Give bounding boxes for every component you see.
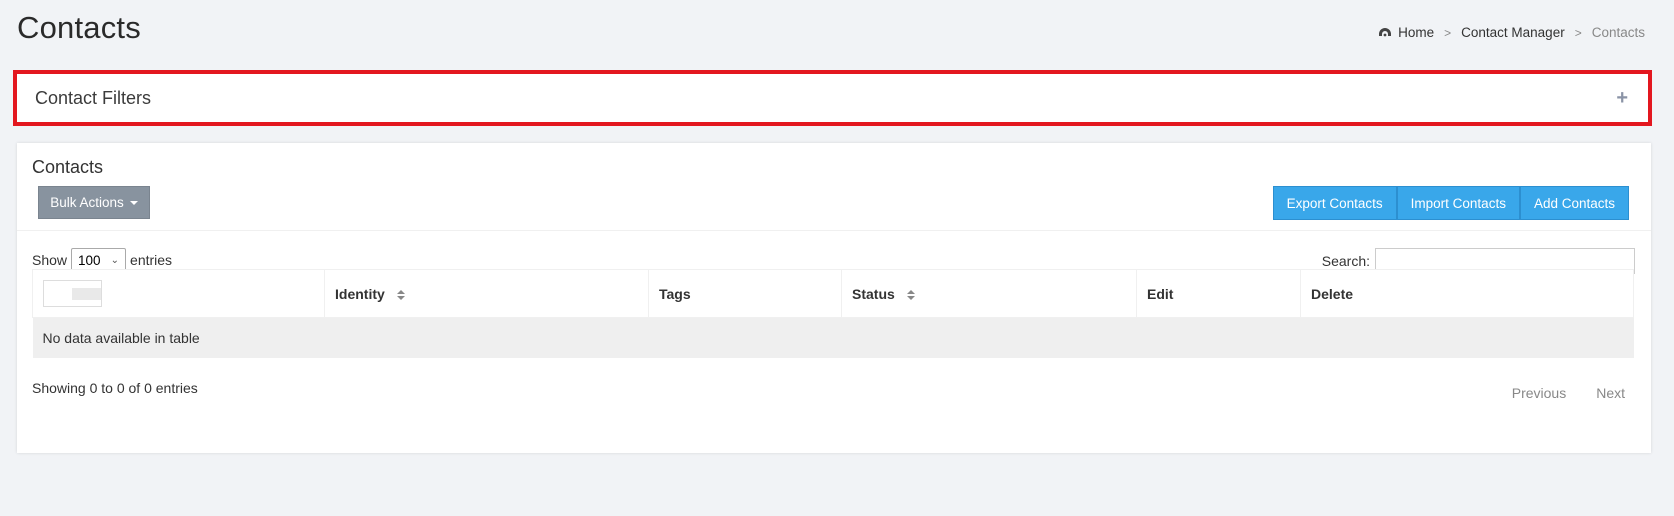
pagination: Previous Next: [1512, 385, 1625, 401]
plus-icon[interactable]: +: [1616, 88, 1628, 108]
breadcrumb: Home > Contact Manager > Contacts: [1378, 25, 1645, 40]
sort-icon: [906, 289, 915, 300]
empty-table-message: No data available in table: [32, 317, 1634, 358]
column-label-delete: Delete: [1311, 285, 1354, 302]
contacts-table: Identity Tags Status Edit Delete No data…: [32, 269, 1634, 358]
table-info: Showing 0 to 0 of 0 entries: [32, 380, 198, 396]
column-label-status: Status: [852, 285, 895, 302]
previous-page-button[interactable]: Previous: [1512, 385, 1566, 401]
breadcrumb-separator: >: [1574, 25, 1582, 40]
select-all-header: [32, 269, 325, 318]
column-header-status[interactable]: Status: [841, 269, 1137, 318]
show-label: Show: [32, 252, 68, 268]
column-header-edit: Edit: [1136, 269, 1301, 318]
breadcrumb-separator: >: [1444, 25, 1452, 40]
select-all-checkbox[interactable]: [43, 280, 102, 307]
add-contacts-button[interactable]: Add Contacts: [1519, 186, 1629, 220]
column-label-identity: Identity: [335, 285, 385, 302]
contact-actions-group: Export Contacts Import Contacts Add Cont…: [1272, 186, 1629, 220]
column-header-tags: Tags: [648, 269, 842, 318]
bulk-actions-label: Bulk Actions: [50, 195, 124, 210]
column-label-tags: Tags: [659, 285, 691, 302]
contacts-card: Contacts Bulk Actions Export Contacts Im…: [17, 143, 1651, 453]
bulk-actions-button[interactable]: Bulk Actions: [38, 186, 150, 219]
entries-select-value: 100: [78, 252, 101, 268]
page-title: Contacts: [17, 10, 141, 45]
contact-filters-title: Contact Filters: [35, 87, 152, 108]
import-contacts-button[interactable]: Import Contacts: [1396, 186, 1520, 220]
contact-filters-panel[interactable]: Contact Filters +: [13, 70, 1652, 126]
table-header-row: Identity Tags Status Edit Delete: [32, 269, 1634, 318]
chevron-down-icon: ⌄: [110, 254, 120, 266]
sort-icon: [396, 289, 405, 300]
export-contacts-button[interactable]: Export Contacts: [1272, 186, 1397, 220]
breadcrumb-contact-manager[interactable]: Contact Manager: [1461, 25, 1565, 40]
breadcrumb-home[interactable]: Home: [1398, 25, 1434, 40]
dashboard-icon: [1378, 26, 1392, 40]
divider: [17, 230, 1651, 231]
column-header-delete: Delete: [1300, 269, 1634, 318]
table-row: No data available in table: [32, 317, 1634, 358]
column-header-identity[interactable]: Identity: [324, 269, 649, 318]
entries-label: entries: [130, 252, 173, 268]
next-page-button[interactable]: Next: [1596, 385, 1625, 401]
column-label-edit: Edit: [1147, 285, 1174, 302]
caret-down-icon: [129, 200, 138, 205]
contacts-card-title: Contacts: [32, 157, 104, 177]
search-label: Search:: [1321, 253, 1370, 269]
breadcrumb-current: Contacts: [1591, 25, 1645, 40]
